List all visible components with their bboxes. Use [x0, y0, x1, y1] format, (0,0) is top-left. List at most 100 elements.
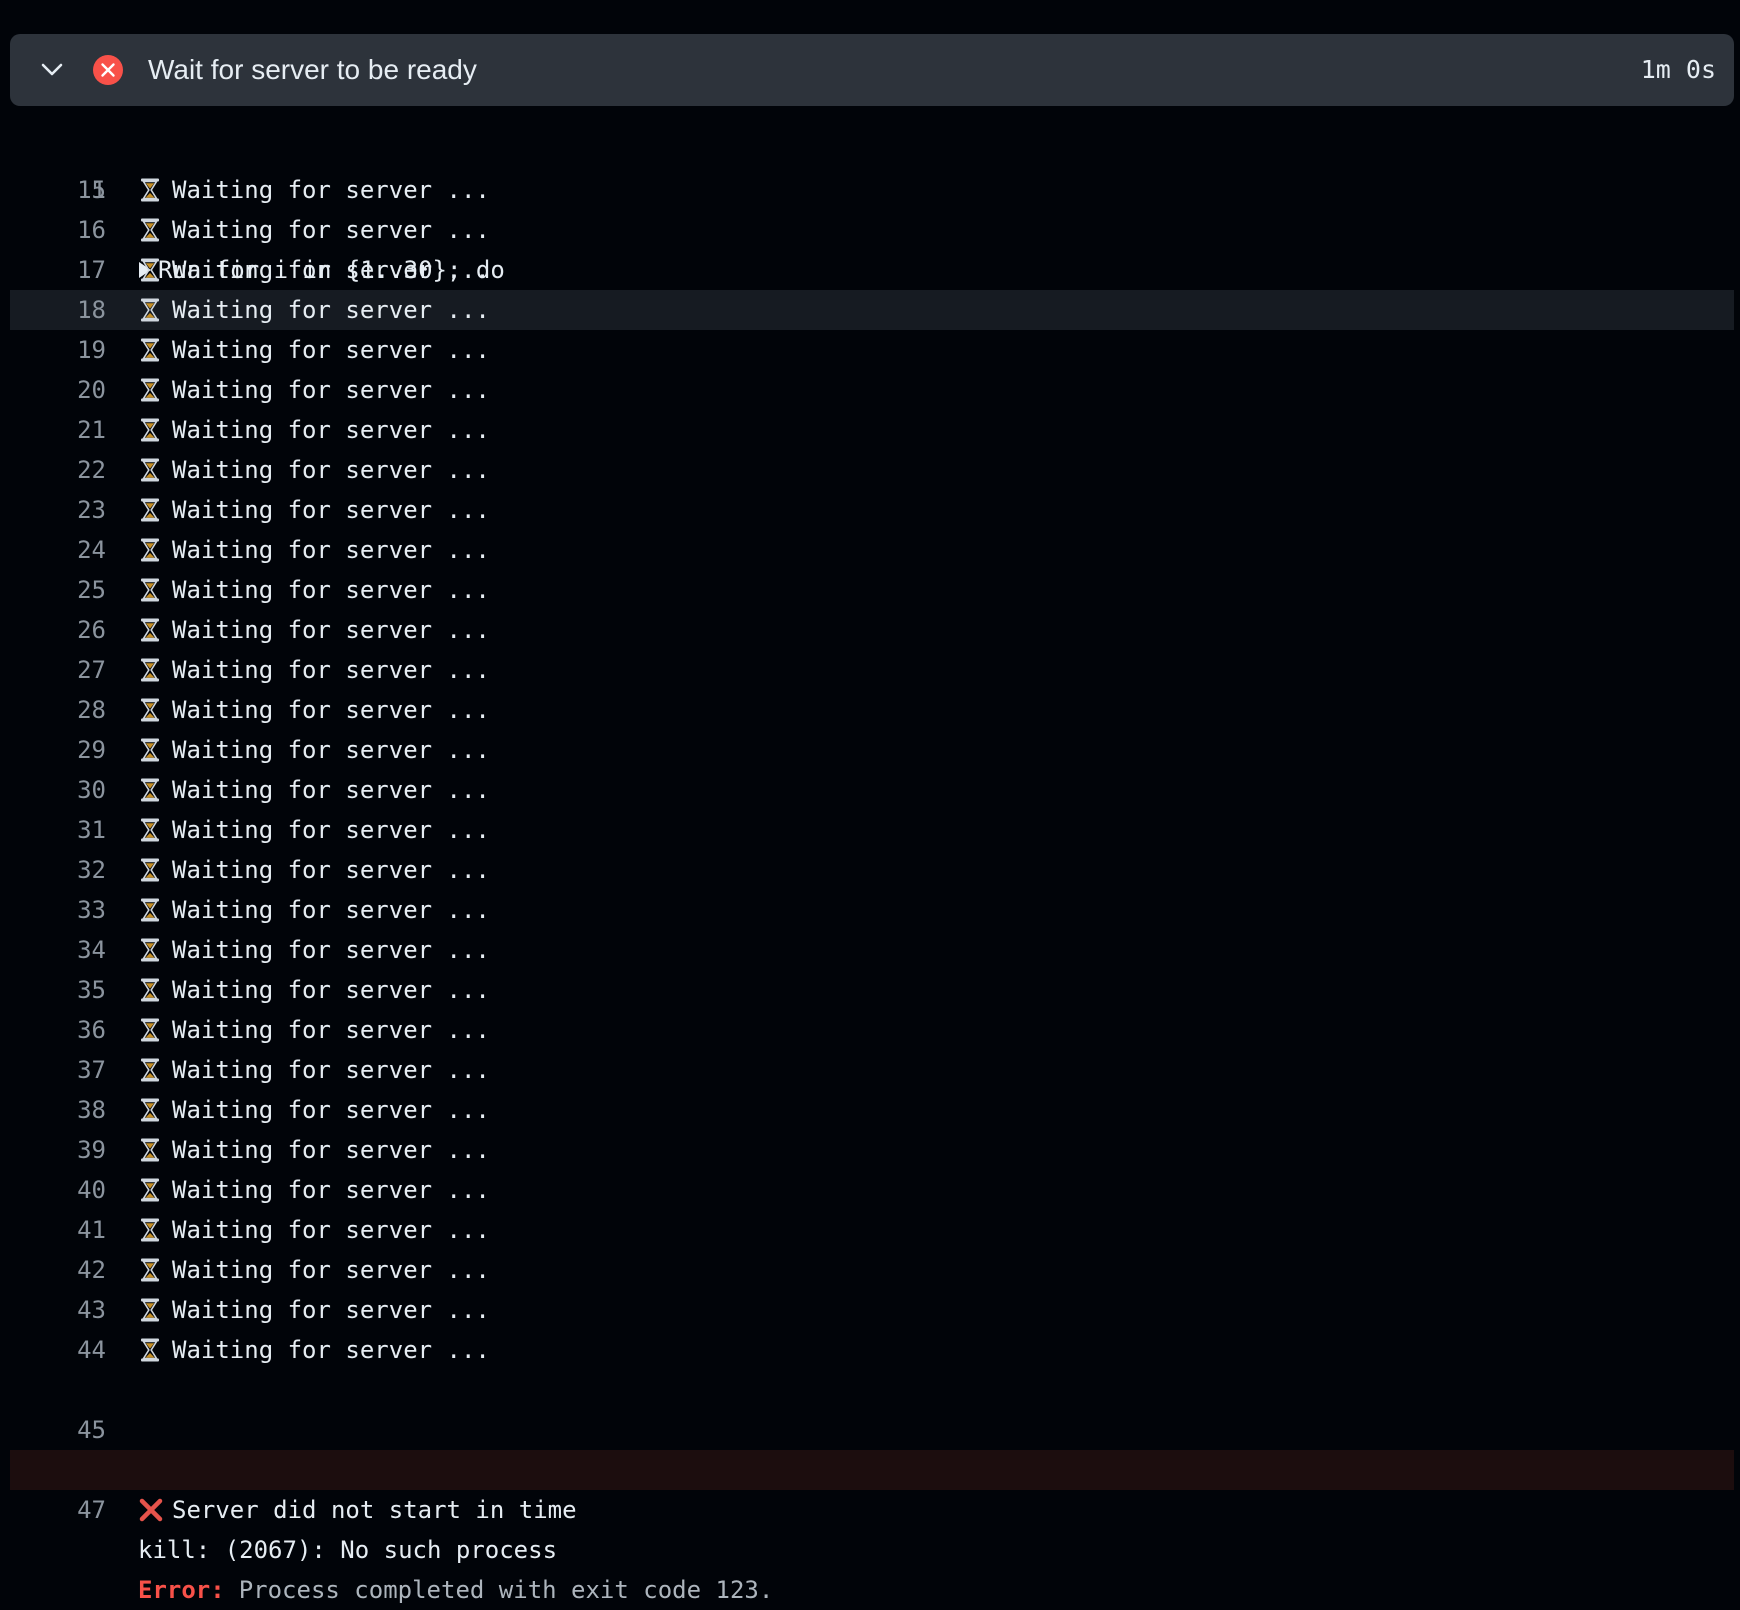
step-header[interactable]: Wait for server to be ready 1m 0s: [10, 34, 1734, 106]
waiting-text: Waiting for server ...: [172, 816, 490, 844]
line-number[interactable]: 24: [10, 530, 106, 570]
line-number[interactable]: 16: [10, 210, 106, 250]
log-line-content: Waiting for server ...: [138, 610, 490, 650]
log-line-content: Waiting for server ...: [138, 890, 490, 930]
log-line-waiting: 39 Waiting for server ...: [10, 1130, 1734, 1170]
line-number[interactable]: 27: [10, 650, 106, 690]
log-line-content: Waiting for server ...: [138, 450, 490, 490]
waiting-text: Waiting for server ...: [172, 1336, 490, 1364]
log-line-content: Waiting for server ...: [138, 290, 490, 330]
waiting-text: Waiting for server ...: [172, 656, 490, 684]
log-line-waiting: 18 Waiting for server ...: [10, 290, 1734, 330]
error-label: Error:: [138, 1576, 225, 1604]
log-line-content: Waiting for server ...: [138, 1330, 490, 1370]
hourglass-icon: [138, 930, 164, 970]
log-line-content: Waiting for server ...: [138, 1010, 490, 1050]
line-number[interactable]: 22: [10, 450, 106, 490]
error-message: Process completed with exit code 123.: [238, 1576, 774, 1604]
line-number[interactable]: 18: [10, 290, 106, 330]
hourglass-icon: [138, 850, 164, 890]
hourglass-icon: [138, 1130, 164, 1170]
line-number[interactable]: 20: [10, 370, 106, 410]
line-number[interactable]: 30: [10, 770, 106, 810]
waiting-text: Waiting for server ...: [172, 256, 490, 284]
log-line-content: Waiting for server ...: [138, 570, 490, 610]
log-line-content: Waiting for server ...: [138, 1170, 490, 1210]
line-number[interactable]: 41: [10, 1210, 106, 1250]
line-number[interactable]: 19: [10, 330, 106, 370]
line-number[interactable]: 26: [10, 610, 106, 650]
hourglass-icon: [138, 1050, 164, 1090]
waiting-text: Waiting for server ...: [172, 576, 490, 604]
cross-mark-icon: [138, 1490, 164, 1530]
hourglass-icon: [138, 690, 164, 730]
line-number[interactable]: 25: [10, 570, 106, 610]
log-line-waiting: 32 Waiting for server ...: [10, 850, 1734, 890]
log-line-content: Waiting for server ...: [138, 650, 490, 690]
hourglass-icon: [138, 330, 164, 370]
log-line-content: Waiting for server ...: [138, 770, 490, 810]
line-number[interactable]: 39: [10, 1130, 106, 1170]
waiting-text: Waiting for server ...: [172, 1016, 490, 1044]
line-number[interactable]: 44: [10, 1330, 106, 1370]
line-number[interactable]: 43: [10, 1290, 106, 1330]
x-circle-icon: [92, 54, 124, 86]
log-line-content: Waiting for server ...: [138, 730, 490, 770]
log-line-content: Waiting for server ...: [138, 1130, 490, 1170]
waiting-text: Waiting for server ...: [172, 856, 490, 884]
line-number[interactable]: 28: [10, 690, 106, 730]
hourglass-icon: [138, 770, 164, 810]
chevron-down-icon[interactable]: [38, 56, 66, 84]
log-line-waiting: 44 Waiting for server ...: [10, 1330, 1734, 1370]
hourglass-icon: [138, 170, 164, 210]
hourglass-icon: [138, 1290, 164, 1330]
log-line-waiting: 42 Waiting for server ...: [10, 1250, 1734, 1290]
log-line-run[interactable]: 1 Run for i in {1..30}; do: [10, 130, 1734, 284]
hourglass-icon: [138, 530, 164, 570]
hourglass-icon: [138, 410, 164, 450]
line-number[interactable]: 32: [10, 850, 106, 890]
hourglass-icon: [138, 970, 164, 1010]
line-number[interactable]: 36: [10, 1010, 106, 1050]
log-line-waiting: 25 Waiting for server ...: [10, 570, 1734, 610]
waiting-text: Waiting for server ...: [172, 936, 490, 964]
line-number[interactable]: 35: [10, 970, 106, 1010]
log-line-content: Server did not start in time: [138, 1490, 577, 1530]
waiting-text: Waiting for server ...: [172, 1056, 490, 1084]
log-line-content: Waiting for server ...: [138, 330, 490, 370]
log-line-waiting: 40 Waiting for server ...: [10, 1170, 1734, 1210]
line-number[interactable]: 40: [10, 1170, 106, 1210]
fail-message: Server did not start in time: [172, 1496, 577, 1524]
waiting-text: Waiting for server ...: [172, 416, 490, 444]
line-number[interactable]: 37: [10, 1050, 106, 1090]
line-number[interactable]: 31: [10, 810, 106, 850]
line-number[interactable]: 33: [10, 890, 106, 930]
log-line-content: Waiting for server ...: [138, 970, 490, 1010]
line-number[interactable]: 38: [10, 1090, 106, 1130]
line-number[interactable]: 15: [10, 170, 106, 210]
waiting-text: Waiting for server ...: [172, 1136, 490, 1164]
hourglass-icon: [138, 1090, 164, 1130]
log-line-content: Waiting for server ...: [138, 1250, 490, 1290]
hourglass-icon: [138, 1330, 164, 1370]
line-number[interactable]: 29: [10, 730, 106, 770]
log-line-content: Error: Process completed with exit code …: [138, 1570, 773, 1610]
line-number[interactable]: 47: [10, 1490, 106, 1530]
log-line-content: Waiting for server ...: [138, 1050, 490, 1090]
line-number[interactable]: 34: [10, 930, 106, 970]
log-line-waiting: 28 Waiting for server ...: [10, 690, 1734, 730]
log-line-waiting: 22 Waiting for server ...: [10, 450, 1734, 490]
waiting-text: Waiting for server ...: [172, 1176, 490, 1204]
waiting-text: Waiting for server ...: [172, 1296, 490, 1324]
log-line-waiting: 43 Waiting for server ...: [10, 1290, 1734, 1330]
line-number[interactable]: 42: [10, 1250, 106, 1290]
waiting-text: Waiting for server ...: [172, 336, 490, 364]
line-number[interactable]: 21: [10, 410, 106, 450]
log-line-waiting: 30 Waiting for server ...: [10, 770, 1734, 810]
hourglass-icon: [138, 1170, 164, 1210]
line-number[interactable]: 17: [10, 250, 106, 290]
log-line-content: Waiting for server ...: [138, 1210, 490, 1250]
log-line-content: Waiting for server ...: [138, 850, 490, 890]
hourglass-icon: [138, 610, 164, 650]
line-number[interactable]: 23: [10, 490, 106, 530]
